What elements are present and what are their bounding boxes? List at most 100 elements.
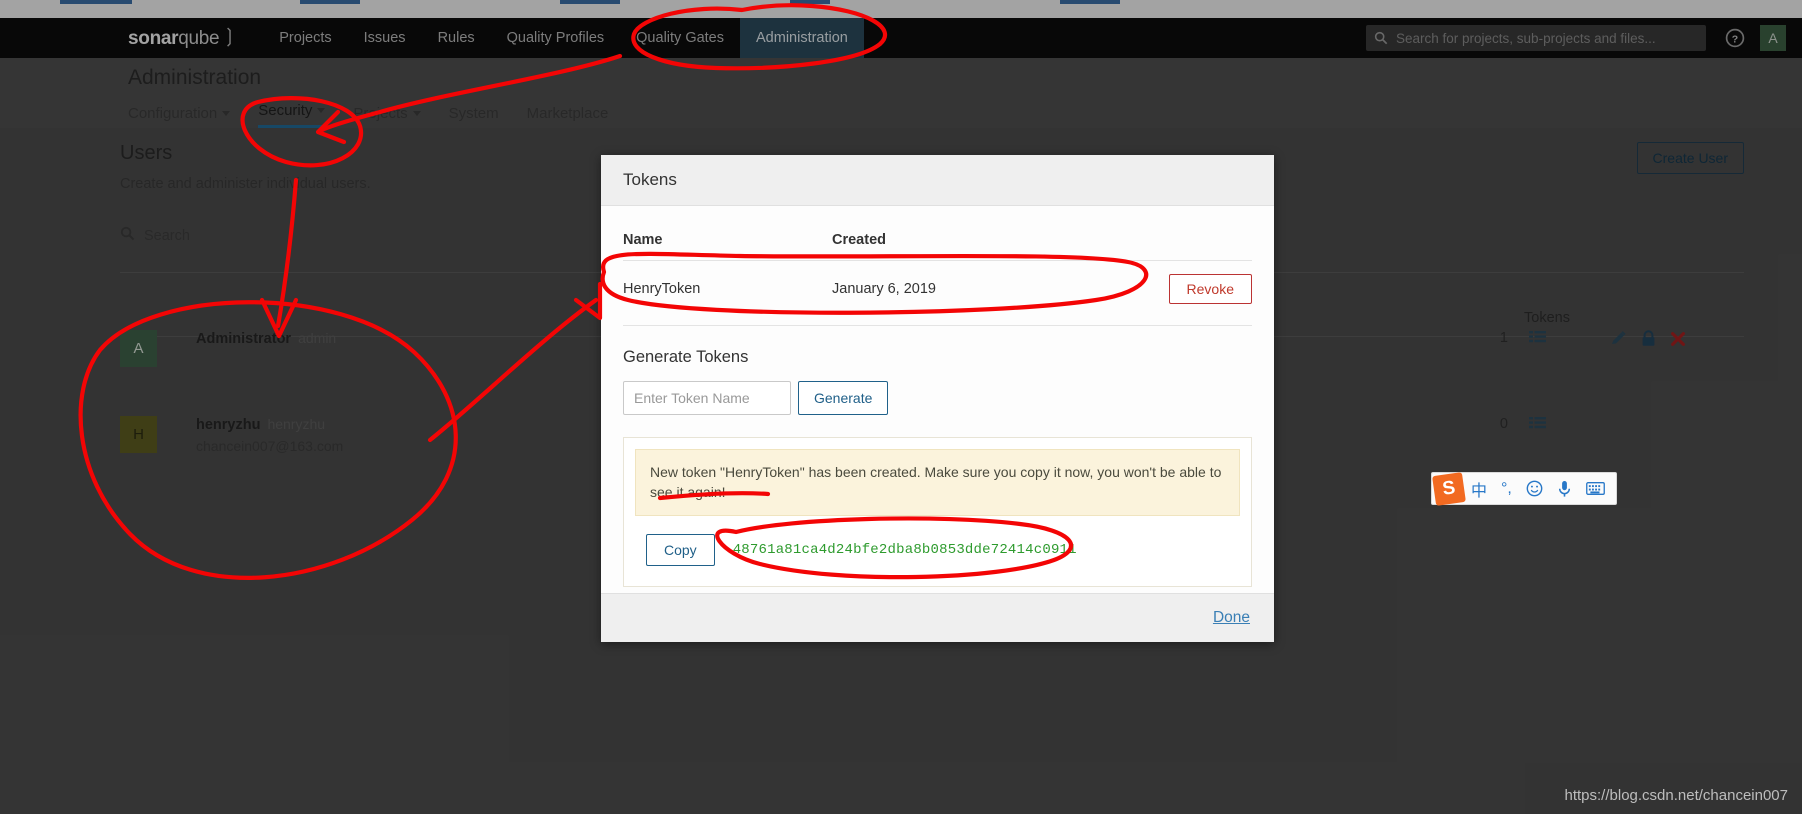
sogou-logo-icon[interactable]: S: [1432, 471, 1466, 506]
ime-microphone-icon[interactable]: [1550, 480, 1579, 498]
page-title-administration: Administration: [128, 66, 262, 89]
ime-punctuation-icon[interactable]: °,: [1494, 480, 1519, 498]
pencil-icon[interactable]: [1610, 330, 1627, 352]
revoke-token-button[interactable]: Revoke: [1168, 274, 1252, 304]
token-copy-row: Copy 48761a81ca4d24bfe2dba8b0853dde72414…: [624, 516, 1251, 586]
user-email: chancein007@163.com: [196, 438, 344, 454]
browser-tab-indicator-5: [1060, 0, 1120, 4]
top-nav-links: Projects Issues Rules Quality Profiles Q…: [263, 18, 864, 58]
modal-title: Tokens: [623, 170, 677, 189]
token-count: 0: [1499, 416, 1508, 432]
nav-link-administration[interactable]: Administration: [740, 18, 864, 58]
chevron-down-icon: [222, 111, 231, 116]
row-action-group: [1610, 330, 1686, 352]
token-count: 1: [1499, 330, 1508, 346]
token-value[interactable]: 48761a81ca4d24bfe2dba8b0853dde72414c0911: [733, 542, 1077, 558]
subnav-label-configuration: Configuration: [128, 105, 218, 122]
top-navigation-bar: sonar qube ❳ Projects Issues Rules Quality…: [0, 18, 1802, 58]
modal-body: Name Created HenryToken January 6, 2019 …: [601, 206, 1274, 593]
lock-icon[interactable]: [1641, 330, 1656, 352]
subnav-item-marketplace[interactable]: Marketplace: [527, 105, 609, 128]
browser-tab-indicator-3: [560, 0, 620, 4]
column-header-created: Created: [832, 232, 886, 248]
avatar: H: [120, 416, 157, 453]
ime-chinese-mode-icon[interactable]: 中: [1464, 477, 1494, 501]
watermark-url: https://blog.csdn.net/chancein007: [1564, 787, 1789, 804]
token-actions-cell: Revoke: [1102, 260, 1252, 317]
browser-chrome-strip: [0, 0, 1802, 18]
users-heading: Users: [120, 142, 173, 164]
user-login: admin: [298, 330, 337, 346]
subnav-item-system[interactable]: System: [449, 105, 499, 128]
global-search-input[interactable]: Search for projects, sub-projects and fi…: [1366, 25, 1706, 51]
ime-toolbar: S 中 °,: [1431, 471, 1617, 506]
token-list-icon[interactable]: [1529, 330, 1546, 350]
browser-tab-indicator-2: [300, 0, 360, 4]
logo-swoosh-icon: ❳: [221, 25, 238, 47]
nav-link-projects[interactable]: Projects: [263, 18, 347, 58]
user-identity: Administrator admin: [196, 330, 336, 348]
search-icon: [120, 226, 135, 245]
subnav-label-security: Security: [258, 102, 313, 119]
subnav-item-projects[interactable]: Projects: [353, 105, 421, 128]
user-login: henryzhu: [267, 416, 326, 432]
avatar: A: [120, 330, 157, 367]
chevron-down-icon: [317, 108, 326, 113]
sonarqube-logo[interactable]: sonar qube ❳: [128, 25, 238, 50]
chevron-down-icon: [412, 111, 421, 116]
token-name: HenryToken: [623, 260, 832, 317]
user-name: Administrator: [196, 331, 292, 347]
logo-text-light: qube: [178, 27, 220, 49]
ime-keyboard-icon[interactable]: [1579, 481, 1612, 496]
nav-link-quality-gates[interactable]: Quality Gates: [620, 18, 740, 58]
nav-link-quality-profiles[interactable]: Quality Profiles: [491, 18, 621, 58]
nav-link-rules[interactable]: Rules: [422, 18, 491, 58]
delete-x-icon[interactable]: [1670, 331, 1686, 352]
user-identity: henryzhu henryzhu chancein007@163.com: [196, 416, 343, 454]
nav-link-issues[interactable]: Issues: [348, 18, 422, 58]
page-header: Administration Configuration Security Pr…: [0, 58, 1802, 128]
subnav-item-configuration[interactable]: Configuration: [128, 105, 231, 128]
search-icon: [1374, 31, 1388, 45]
admin-subnav: Configuration Security Projects System M…: [128, 100, 1802, 128]
user-avatar[interactable]: A: [1760, 25, 1786, 51]
subnav-label-marketplace: Marketplace: [526, 105, 609, 122]
browser-tab-indicator-4: [790, 0, 830, 4]
divider-generate-section: [623, 325, 1252, 326]
app-root: sonar qube ❳ Projects Issues Rules Quality…: [0, 0, 1802, 814]
done-button[interactable]: Done: [1213, 609, 1250, 626]
new-token-panel: New token "HenryToken" has been created.…: [623, 437, 1252, 587]
modal-header: Tokens: [601, 155, 1274, 206]
user-name: henryzhu: [196, 417, 261, 433]
column-header-actions: [1102, 222, 1252, 261]
users-search-placeholder: Search: [144, 227, 190, 244]
token-list-icon[interactable]: [1529, 416, 1546, 436]
create-user-button[interactable]: Create User: [1636, 142, 1744, 174]
token-name-input[interactable]: [623, 381, 791, 415]
logo-text-bold: sonar: [128, 27, 179, 49]
table-row: HenryToken January 6, 2019 Revoke: [623, 260, 1252, 317]
global-search-placeholder: Search for projects, sub-projects and fi…: [1396, 30, 1656, 46]
generate-tokens-heading: Generate Tokens: [623, 348, 749, 366]
subnav-label-system: System: [448, 105, 499, 122]
token-created-alert: New token "HenryToken" has been created.…: [635, 449, 1240, 516]
subnav-item-security[interactable]: Security: [258, 102, 326, 128]
column-header-tokens: Tokens: [1524, 310, 1570, 326]
tokens-modal: Tokens Name Created HenryToken January 6…: [601, 155, 1274, 642]
ime-emoji-icon[interactable]: [1519, 480, 1550, 497]
browser-tab-indicator-1: [60, 0, 132, 4]
top-nav-right-group: Search for projects, sub-projects and fi…: [1366, 18, 1792, 58]
tokens-table-header-row: Name Created: [623, 222, 1252, 261]
column-header-name: Name: [623, 232, 663, 248]
subnav-label-projects: Projects: [353, 105, 408, 122]
tokens-table: Name Created HenryToken January 6, 2019 …: [623, 222, 1252, 317]
token-created-date: January 6, 2019: [832, 260, 1102, 317]
generate-token-form: Generate: [623, 381, 1252, 415]
generate-token-button[interactable]: Generate: [798, 381, 889, 415]
help-circle-icon[interactable]: ?: [1724, 27, 1746, 49]
users-subtitle: Create and administer individual users.: [120, 176, 371, 192]
copy-token-button[interactable]: Copy: [646, 533, 715, 566]
svg-text:?: ?: [1732, 33, 1738, 45]
modal-footer: Done: [601, 592, 1274, 642]
users-search-input[interactable]: Search: [120, 226, 190, 245]
